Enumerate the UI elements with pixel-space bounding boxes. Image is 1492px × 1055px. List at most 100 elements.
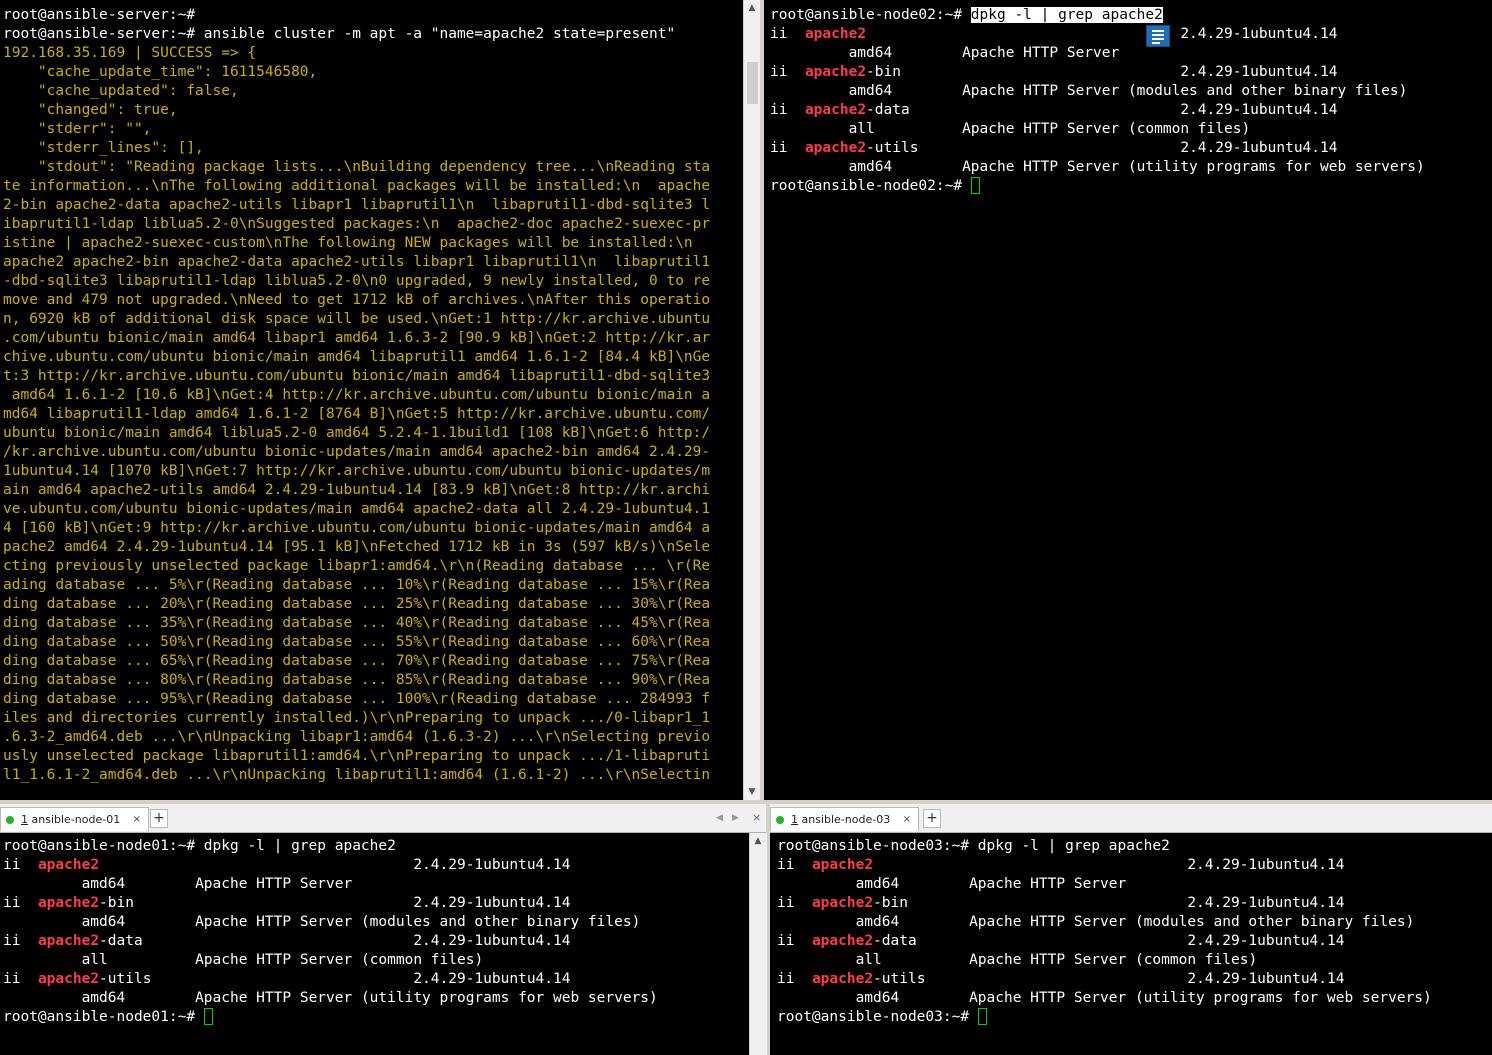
package-version: 2.4.29-1ubuntu4.14 (413, 933, 571, 949)
package-arch: amd64 (855, 914, 900, 930)
package-name-match: apache2 (804, 102, 867, 118)
tab-ansible-node-03[interactable]: 1 ansible-node-03 × (770, 807, 919, 831)
add-tab-button[interactable]: + (923, 809, 941, 828)
cursor (970, 177, 980, 194)
package-description: Apache HTTP Server (195, 876, 353, 892)
package-description: Apache HTTP Server (common files) (969, 952, 1258, 968)
package-row: ii apache2-data 2.4.29-1ubuntu4.14 all A… (3, 933, 570, 968)
package-arch: all (81, 952, 108, 968)
close-icon[interactable]: × (133, 808, 141, 832)
command-line: root@ansible-server:~# ansible cluster -… (3, 26, 676, 42)
package-name-suffix: -data (99, 933, 143, 949)
node03-tabbar: 1 ansible-node-03 × + (770, 804, 1492, 833)
package-description: Apache HTTP Server (common files) (962, 121, 1251, 137)
package-row: ii apache2-bin 2.4.29-1ubuntu4.14 amd64 … (770, 64, 1407, 99)
output-line: "stderr_lines": [], (3, 140, 204, 156)
output-line: usly unselected package libaprutil1:amd6… (3, 748, 711, 764)
connected-status-icon (6, 816, 14, 824)
output-line: md64 libaprutil1-ldap amd64 1.6.1-2 [876… (3, 406, 711, 422)
package-description: Apache HTTP Server (962, 45, 1120, 61)
prompt: root@ansible-node03:~# (777, 838, 978, 854)
package-description: Apache HTTP Server (common files) (195, 952, 484, 968)
output-line: ding database ... 20%\r(Reading database… (3, 596, 711, 612)
package-status: ii (777, 933, 795, 949)
package-description: Apache HTTP Server (969, 876, 1127, 892)
tab-close-icon[interactable]: × (752, 811, 761, 824)
package-arch: amd64 (848, 45, 893, 61)
package-row: ii apache2-data 2.4.29-1ubuntu4.14 all A… (777, 933, 1344, 968)
package-arch: amd64 (855, 990, 900, 1006)
output-line: ading database ... 5%\r(Reading database… (3, 577, 711, 593)
node03-terminal-output: root@ansible-node03:~# dpkg -l | grep ap… (777, 837, 1492, 1027)
package-version: 2.4.29-1ubuntu4.14 (1187, 857, 1345, 873)
package-name-match: apache2 (811, 857, 874, 873)
server-terminal-output: root@ansible-server:~# root@ansible-serv… (3, 6, 743, 785)
package-arch: amd64 (81, 990, 126, 1006)
scroll-down-button[interactable]: ▼ (744, 784, 760, 800)
package-arch: amd64 (81, 914, 126, 930)
command-text: dpkg -l | grep apache2 (977, 838, 1170, 854)
package-status: ii (770, 26, 788, 42)
package-row: ii apache2 2.4.29-1ubuntu4.14 amd64 Apac… (777, 857, 1344, 892)
output-line: iles and directories currently installed… (3, 710, 711, 726)
package-arch: amd64 (848, 83, 893, 99)
scroll-thumb[interactable] (747, 62, 758, 104)
note-icon[interactable] (1146, 25, 1170, 47)
package-description: Apache HTTP Server (utility programs for… (195, 990, 658, 1006)
output-line: chive.ubuntu.com/ubuntu bionic/main amd6… (3, 349, 711, 365)
tab-number: 1 (21, 813, 28, 826)
output-line: ding database ... 80%\r(Reading database… (3, 672, 711, 688)
output-line: istine | apache2-suexec-custom\nThe foll… (3, 235, 693, 251)
package-status: ii (777, 857, 795, 873)
package-status: ii (3, 971, 21, 987)
node01-tabbar: 1 ansible-node-01 × + ◀ ▶ × (0, 804, 766, 833)
node01-scrollbar[interactable]: ▲ (749, 833, 767, 1055)
package-row: ii apache2-bin 2.4.29-1ubuntu4.14 amd64 … (3, 895, 640, 930)
package-status: ii (3, 857, 21, 873)
node02-terminal-output: root@ansible-node02:~# dpkg -l | grep ap… (770, 6, 1492, 196)
package-arch: amd64 (855, 876, 900, 892)
package-version: 2.4.29-1ubuntu4.14 (1180, 102, 1338, 118)
package-name-suffix: -bin (873, 895, 908, 911)
package-row: ii apache2-data 2.4.29-1ubuntu4.14 all A… (770, 102, 1337, 137)
cursor (977, 1008, 987, 1025)
output-line: t:3 http://kr.archive.ubuntu.com/ubuntu … (3, 368, 711, 384)
output-line: apache2 apache2-bin apache2-data apache2… (3, 254, 711, 270)
server-scrollbar[interactable]: ▲ ▼ (743, 0, 761, 800)
package-version: 2.4.29-1ubuntu4.14 (1180, 140, 1338, 156)
tab-nav-next-icon[interactable]: ▶ (732, 813, 739, 823)
tab-label: ansible-node-01 (28, 813, 121, 826)
package-name-match: apache2 (804, 64, 867, 80)
package-name-match: apache2 (804, 140, 867, 156)
tab-nav-prev-icon[interactable]: ◀ (716, 813, 723, 823)
output-line: ubuntu bionic/main amd64 liblua5.2-0 amd… (3, 425, 711, 441)
output-line: .com/ubuntu bionic/main amd64 libapr1 am… (3, 330, 711, 346)
output-line: cting previously unselected package liba… (3, 558, 711, 574)
add-tab-button[interactable]: + (150, 809, 168, 828)
output-line: 192.168.35.169 | SUCCESS => { (3, 45, 257, 61)
package-row: ii apache2-bin 2.4.29-1ubuntu4.14 amd64 … (777, 895, 1414, 930)
command-line: root@ansible-server:~# (3, 7, 196, 23)
close-icon[interactable]: × (903, 808, 911, 832)
package-name-match: apache2 (37, 971, 100, 987)
scroll-up-button[interactable]: ▲ (750, 833, 766, 849)
package-status: ii (777, 971, 795, 987)
package-name-match: apache2 (804, 26, 867, 42)
package-description: Apache HTTP Server (modules and other bi… (962, 83, 1408, 99)
cursor (203, 1008, 213, 1025)
prompt: root@ansible-node02:~# (770, 178, 971, 194)
tab-ansible-node-01[interactable]: 1 ansible-node-01 × (0, 807, 149, 831)
output-line: l1_1.6.1-2_amd64.deb ...\r\nUnpacking li… (3, 767, 711, 783)
package-name-suffix: -utils (873, 971, 926, 987)
node03-terminal-pane[interactable]: root@ansible-node03:~# dpkg -l | grep ap… (770, 833, 1492, 1055)
package-status: ii (3, 933, 21, 949)
output-line: ding database ... 65%\r(Reading database… (3, 653, 711, 669)
package-name-suffix: -data (866, 102, 910, 118)
output-line: ding database ... 95%\r(Reading database… (3, 691, 711, 707)
node02-terminal-pane[interactable]: root@ansible-node02:~# dpkg -l | grep ap… (764, 0, 1492, 800)
scroll-up-button[interactable]: ▲ (744, 0, 760, 16)
server-terminal-pane[interactable]: root@ansible-server:~# root@ansible-serv… (0, 0, 743, 800)
package-status: ii (770, 102, 788, 118)
output-line: ding database ... 50%\r(Reading database… (3, 634, 711, 650)
node01-terminal-pane[interactable]: root@ansible-node01:~# dpkg -l | grep ap… (0, 833, 749, 1055)
